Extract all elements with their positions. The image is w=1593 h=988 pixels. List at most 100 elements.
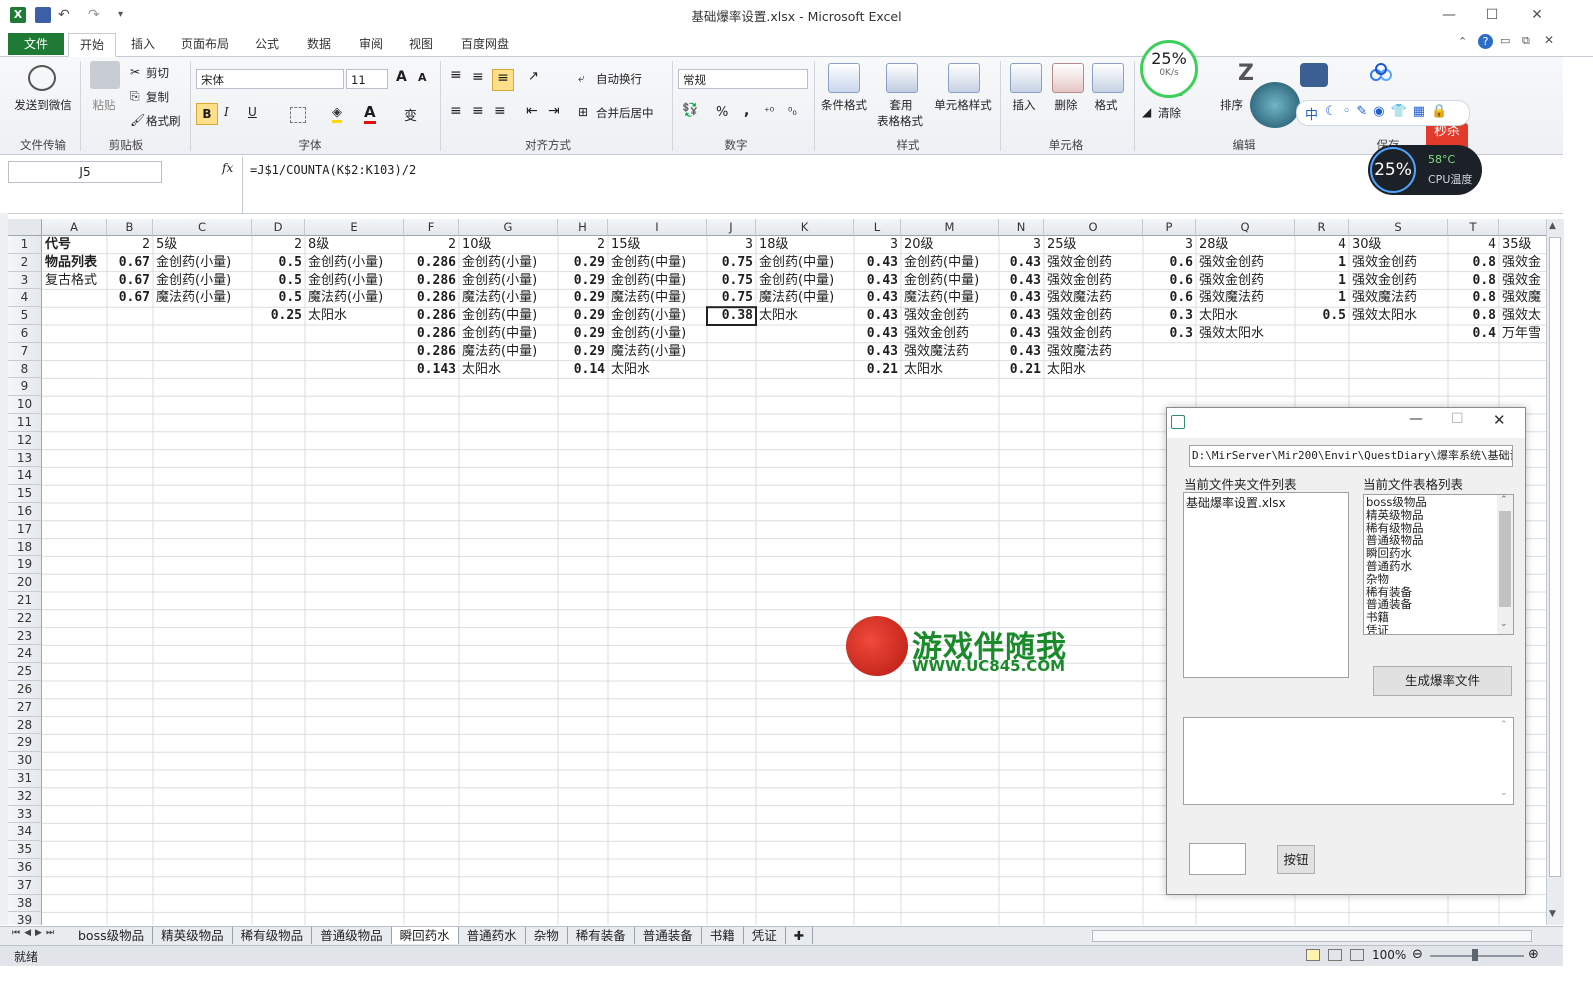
cell-K3[interactable]: 金创药(中量) [757, 272, 854, 290]
cell-P2[interactable]: 0.6 [1144, 254, 1193, 272]
page-layout-view-icon[interactable] [1328, 949, 1342, 961]
network-speed-widget[interactable]: 25% 0K/s [1140, 40, 1198, 98]
cell-B1[interactable]: 2 [108, 236, 150, 254]
tab-review[interactable]: 审阅 [350, 33, 392, 55]
align-bottom-icon[interactable]: ≡ [492, 69, 514, 91]
cell-F3[interactable]: 0.286 [405, 272, 456, 290]
underline-button[interactable]: U [248, 105, 257, 119]
sheet-list-item[interactable]: 精英级物品 [1366, 508, 1511, 522]
cell-F2[interactable]: 0.286 [405, 254, 456, 272]
format-painter-button[interactable]: 格式刷 [146, 113, 181, 129]
cell-L3[interactable]: 0.43 [855, 272, 898, 290]
cell-H1[interactable]: 2 [559, 236, 605, 254]
cell-G4[interactable]: 魔法药(小量) [460, 289, 558, 307]
column-header[interactable]: J [707, 219, 756, 236]
row-header[interactable]: 14 [8, 467, 42, 486]
cell-G1[interactable]: 10级 [460, 236, 558, 254]
zoom-level[interactable]: 100% [1372, 948, 1406, 962]
cell-S4[interactable]: 强效魔法药 [1350, 289, 1448, 307]
tab-file[interactable]: 文件 [8, 33, 64, 55]
shrink-font-icon[interactable]: A [418, 71, 427, 84]
clear-button[interactable]: 清除 [1158, 105, 1181, 121]
column-header[interactable]: I [608, 219, 707, 236]
row-header[interactable]: 5 [8, 307, 42, 325]
scroll-up-icon[interactable]: ⌃ [1500, 495, 1508, 505]
cell-S3[interactable]: 强效金创药 [1350, 272, 1448, 290]
align-center-icon[interactable]: ≡ [472, 103, 484, 119]
row-header[interactable]: 23 [8, 627, 42, 646]
cell-I8[interactable]: 太阳水 [609, 361, 707, 379]
cell-N8[interactable]: 0.21 [1000, 361, 1041, 379]
cell-U5[interactable]: 强效太 [1500, 307, 1546, 325]
sheet-list-item[interactable]: 普通药水 [1366, 560, 1511, 573]
cell-B3[interactable]: 0.67 [108, 272, 150, 290]
row-header[interactable]: 37 [8, 876, 42, 895]
sheet-nav-icon[interactable]: ⏮◀▶⏭ [12, 928, 58, 938]
cell-M8[interactable]: 太阳水 [902, 361, 999, 379]
row-header[interactable]: 27 [8, 698, 42, 717]
sheet-tab[interactable]: boss级物品 [70, 927, 154, 944]
cell-Q6[interactable]: 强效太阳水 [1197, 325, 1295, 343]
cell-G3[interactable]: 金创药(小量) [460, 272, 558, 290]
scroll-up-icon[interactable]: ⌃ [1500, 720, 1508, 730]
font-size-select[interactable]: 11 [346, 69, 388, 89]
cell-M1[interactable]: 20级 [902, 236, 999, 254]
cell-E2[interactable]: 金创药(小量) [306, 254, 404, 272]
align-left-icon[interactable]: ≡ [450, 103, 462, 119]
cell-E1[interactable]: 8级 [306, 236, 404, 254]
action-button[interactable]: 按钮 [1277, 845, 1315, 874]
cell-R4[interactable]: 1 [1296, 289, 1346, 307]
workbook-restore-icon[interactable]: ⧉ [1522, 34, 1530, 48]
cell-D3[interactable]: 0.5 [253, 272, 302, 290]
row-header[interactable]: 28 [8, 716, 42, 735]
cell-R3[interactable]: 1 [1296, 272, 1346, 290]
sheet-tab[interactable]: 精英级物品 [153, 927, 233, 944]
sheet-list[interactable]: boss级物品 精英级物品 稀有级物品 普通级物品 瞬回药水 普通药水 杂物 稀有装备 普通装备… [1363, 494, 1514, 635]
cell-D5[interactable]: 0.25 [253, 307, 302, 325]
cell-J4[interactable]: 0.75 [708, 289, 753, 307]
decrease-indent-icon[interactable]: ⇤ [526, 103, 538, 119]
cell-M7[interactable]: 强效魔法药 [902, 343, 999, 361]
cell-L7[interactable]: 0.43 [855, 343, 898, 361]
column-header[interactable]: P [1143, 219, 1196, 236]
cell-A2[interactable]: 物品列表 [43, 254, 107, 272]
cell-H6[interactable]: 0.29 [559, 325, 605, 343]
dialog-maximize-button[interactable]: ☐ [1451, 411, 1464, 427]
zoom-slider-thumb[interactable] [1472, 949, 1478, 961]
zoom-in-icon[interactable]: ⊕ [1528, 947, 1539, 962]
cell-N1[interactable]: 3 [1000, 236, 1041, 254]
row-header[interactable]: 10 [8, 396, 42, 414]
cell-N5[interactable]: 0.43 [1000, 307, 1041, 325]
cell-I1[interactable]: 15级 [609, 236, 707, 254]
workbook-close-icon[interactable]: ✕ [1544, 33, 1554, 47]
row-header[interactable]: 31 [8, 770, 42, 788]
cell-P3[interactable]: 0.6 [1144, 272, 1193, 290]
column-header[interactable]: Q [1196, 219, 1295, 236]
column-header[interactable]: B [107, 219, 153, 236]
cell-H4[interactable]: 0.29 [559, 289, 605, 307]
column-header[interactable]: A [42, 219, 107, 236]
grow-font-icon[interactable]: A [396, 69, 407, 85]
insert-sheet-icon[interactable]: ✚ [786, 927, 814, 944]
cell-T4[interactable]: 0.8 [1449, 289, 1496, 307]
cell-K1[interactable]: 18级 [757, 236, 854, 254]
row-header[interactable]: 22 [8, 609, 42, 628]
currency-icon[interactable]: 💱 [682, 103, 698, 118]
cell-P5[interactable]: 0.3 [1144, 307, 1193, 325]
row-header[interactable]: 4 [8, 289, 42, 308]
sheet-tab[interactable]: 稀有装备 [568, 927, 635, 944]
cell-P6[interactable]: 0.3 [1144, 325, 1193, 343]
sheet-list-scrollbar[interactable]: ⌃ ⌄ [1497, 495, 1513, 634]
cell-R1[interactable]: 4 [1296, 236, 1346, 254]
cell-N2[interactable]: 0.43 [1000, 254, 1041, 272]
cell-G7[interactable]: 魔法药(中量) [460, 343, 558, 361]
column-header[interactable]: C [153, 219, 252, 236]
cell-C1[interactable]: 5级 [154, 236, 252, 254]
align-top-icon[interactable]: ≡ [450, 67, 462, 83]
column-header[interactable] [1499, 219, 1546, 236]
cell-I3[interactable]: 金创药(中量) [609, 272, 707, 290]
cell-T3[interactable]: 0.8 [1449, 272, 1496, 290]
cell-F7[interactable]: 0.286 [405, 343, 456, 361]
tab-home[interactable]: 开始 [68, 33, 116, 57]
decrease-decimal-icon[interactable]: ⁰₀ [788, 105, 797, 118]
